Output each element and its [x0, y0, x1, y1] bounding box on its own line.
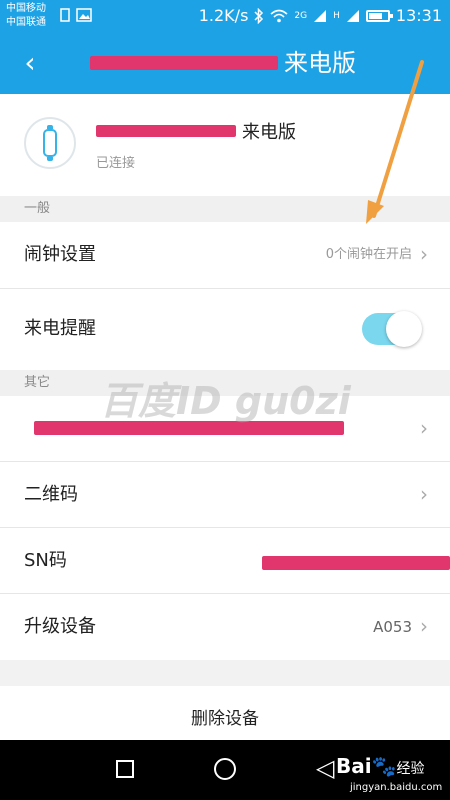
call-reminder-toggle[interactable] [362, 311, 422, 347]
sn-code-label: SN码 [24, 550, 67, 571]
band-icon [24, 117, 76, 169]
signal-icon-1 [314, 9, 327, 22]
network-2g-label: 2G [294, 10, 308, 21]
back-triangle-icon[interactable]: ◁ [316, 754, 334, 782]
qr-code-label: 二维码 [24, 484, 78, 505]
status-bar: 中国移动 中国联通 1.2K/s 2G H 13:31 [0, 0, 450, 34]
connection-status: 已连接 [96, 156, 136, 171]
page-title-suffix: 来电版 [284, 49, 356, 77]
carrier-info: 中国移动 中国联通 [6, 2, 46, 30]
chevron-right-icon: › [420, 482, 428, 506]
section-header-general: 一般 [0, 196, 450, 222]
upgrade-device-label: 升级设备 [24, 616, 96, 637]
call-reminder-label: 来电提醒 [24, 318, 96, 339]
device-card: 来电版 已连接 [0, 94, 450, 196]
carrier-2: 中国联通 [6, 17, 46, 28]
baidu-logo-text: Bai [336, 754, 372, 778]
system-nav-bar: ◁ Bai🐾经验 jingyan.baidu.com [0, 740, 450, 800]
carrier-1: 中国移动 [6, 3, 46, 14]
wifi-icon [270, 9, 288, 22]
back-button[interactable]: ‹ [10, 44, 50, 84]
device-name-suffix: 来电版 [242, 122, 296, 143]
home-button[interactable] [214, 758, 236, 780]
alarm-settings-row[interactable]: 闹钟设置 0个闹钟在开启 › [0, 222, 450, 289]
image-icon [76, 8, 92, 22]
redaction-bar [90, 56, 278, 70]
chevron-right-icon: › [420, 242, 428, 266]
page-title: 来电版 [90, 46, 356, 80]
signal-icon-2 [346, 9, 359, 22]
battery-icon [365, 9, 393, 22]
app-bar: ‹ 来电版 [0, 34, 450, 94]
baidu-logo: Bai🐾经验 [336, 754, 425, 778]
call-reminder-row: 来电提醒 [0, 289, 450, 370]
network-speed: 1.2K/s [198, 6, 249, 25]
redaction-bar [96, 125, 236, 137]
delete-device-button[interactable]: 删除设备 [0, 686, 450, 740]
chevron-right-icon: › [420, 416, 428, 440]
chevron-right-icon: › [420, 614, 428, 638]
baidu-url: jingyan.baidu.com [350, 782, 443, 793]
network-h-label: H [333, 10, 340, 21]
bluetooth-icon [254, 7, 264, 24]
device-name: 来电版 [96, 118, 296, 144]
firmware-version: A053 [373, 618, 412, 636]
baidu-logo-tail: 经验 [396, 761, 425, 777]
status-right: 1.2K/s 2G H 13:31 [199, 6, 442, 25]
upgrade-device-row[interactable]: 升级设备 A053 › [0, 594, 450, 660]
alarm-count-value: 0个闹钟在开启 [325, 247, 412, 262]
sim-icon [60, 8, 70, 22]
notification-icons [60, 8, 92, 22]
toggle-knob [386, 311, 422, 347]
sn-redaction-bar [262, 556, 450, 570]
watermark-text: 百度ID gu0zi [100, 379, 351, 423]
qr-code-row[interactable]: 二维码 › [0, 462, 450, 528]
alarm-settings-label: 闹钟设置 [24, 244, 96, 265]
recent-apps-button[interactable] [116, 760, 134, 778]
clock: 13:31 [395, 6, 442, 25]
back-icon: ‹ [24, 46, 36, 79]
sn-code-row: SN码 [0, 528, 450, 594]
